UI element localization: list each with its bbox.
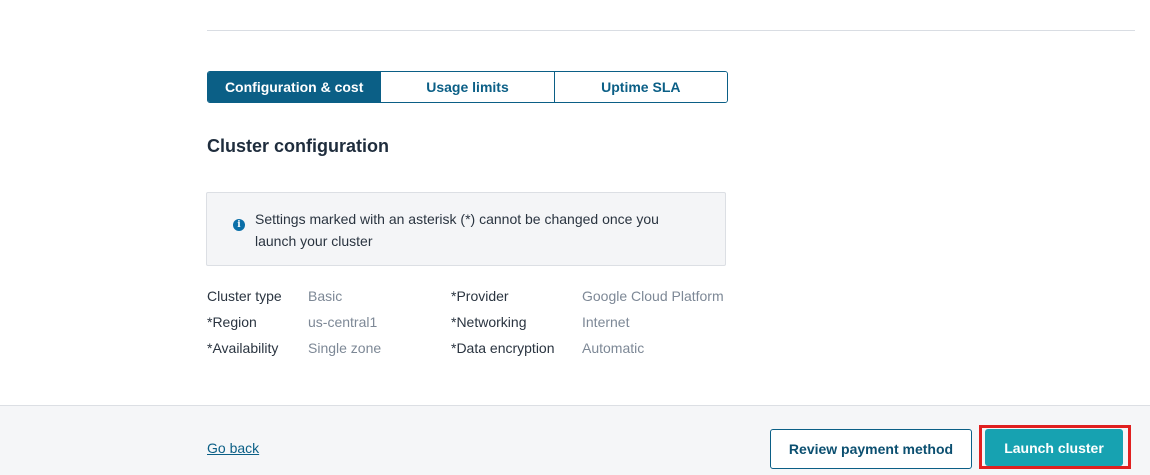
spec-label-networking: *Networking [451,314,527,330]
footer-bar: Go back Review payment method Launch clu… [0,405,1150,475]
spec-row: *Region us-central1 *Networking Internet [207,311,747,337]
go-back-link[interactable]: Go back [207,440,259,456]
top-divider [207,30,1135,31]
spec-row: Cluster type Basic *Provider Google Clou… [207,285,747,311]
spec-value-region: us-central1 [308,314,378,330]
spec-label-region: *Region [207,314,257,330]
info-notice: i Settings marked with an asterisk (*) c… [206,192,726,266]
info-notice-text: Settings marked with an asterisk (*) can… [255,211,659,249]
review-payment-method-button[interactable]: Review payment method [770,429,972,469]
tab-uptime-sla[interactable]: Uptime SLA [553,72,727,102]
spec-value-provider: Google Cloud Platform [582,288,724,304]
tab-configuration-cost[interactable]: Configuration & cost [208,72,381,102]
spec-value-availability: Single zone [308,340,382,356]
spec-value-cluster-type: Basic [308,288,343,304]
section-title: Cluster configuration [207,136,390,156]
tab-bar: Configuration & cost Usage limits Uptime… [207,71,728,103]
tab-usage-limits[interactable]: Usage limits [380,72,554,102]
spec-label-provider: *Provider [451,288,509,304]
spec-value-data-encryption: Automatic [582,340,645,356]
launch-cluster-page: Configuration & cost Usage limits Uptime… [0,0,1150,475]
spec-value-networking: Internet [582,314,630,330]
info-icon: i [233,219,245,231]
spec-row: *Availability Single zone *Data encrypti… [207,337,747,363]
spec-label-availability: *Availability [207,340,279,356]
launch-cluster-button[interactable]: Launch cluster [985,429,1123,466]
spec-label-cluster-type: Cluster type [207,288,282,304]
cluster-specs: Cluster type Basic *Provider Google Clou… [207,285,747,363]
spec-label-data-encryption: *Data encryption [451,340,555,356]
